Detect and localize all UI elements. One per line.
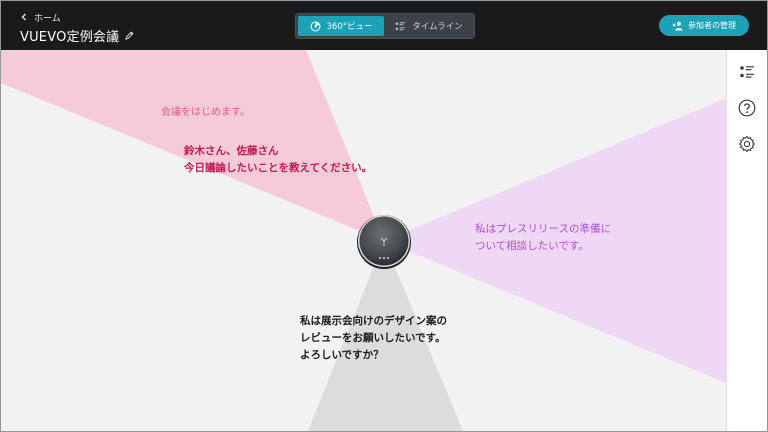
tab-360-view[interactable]: 360°ビュー — [298, 16, 384, 36]
utterance-host: 鈴木さん、佐藤さん 今日議論したいことを教えてください。 — [184, 143, 372, 177]
side-list-button[interactable] — [737, 62, 757, 82]
utterance-faded: 会議をはじめます。 — [161, 104, 250, 121]
utterance-faded-text: 会議をはじめます。 — [161, 107, 250, 118]
utterance-host-line2: 今日議論したいことを教えてください。 — [184, 162, 373, 174]
manage-participants-button[interactable]: 参加者の管理 — [659, 15, 749, 36]
conference-speaker-device[interactable] — [355, 212, 413, 270]
view-toggle: 360°ビュー タイムライン — [295, 13, 475, 39]
back-home-label: ホーム — [34, 13, 61, 24]
side-help-button[interactable] — [737, 98, 757, 118]
back-home-link[interactable]: ホーム — [20, 10, 61, 24]
pencil-icon[interactable] — [124, 30, 135, 41]
tab-timeline-label: タイムライン — [412, 22, 463, 32]
tab-360-view-label: 360°ビュー — [326, 22, 373, 32]
utterance-right: 私はプレスリリースの準備に ついて相談したいです。 — [475, 221, 611, 255]
utterance-right-line1: 私はプレスリリースの準備に — [475, 223, 611, 235]
header-bar: ホーム VUEVO定例会議 360°ビュー タイムライン 参加者の管理 — [1, 1, 767, 50]
utterance-right-line2: ついて相談したいです。 — [475, 240, 589, 252]
gear-icon — [739, 135, 755, 153]
manage-participants-label: 参加者の管理 — [688, 21, 736, 30]
app-window: ホーム VUEVO定例会議 360°ビュー タイムライン 参加者の管理 会議をは… — [0, 0, 768, 432]
title-row: VUEVO定例会議 — [20, 26, 135, 45]
360-view-icon — [310, 21, 320, 31]
utterance-bottom-line2: レビューをお願いしたいです。 — [300, 332, 446, 344]
timeline-list-icon — [395, 21, 406, 30]
chevron-left-icon — [21, 13, 26, 21]
utterance-host-line1: 鈴木さん、佐藤さん — [184, 145, 279, 157]
tab-timeline[interactable]: タイムライン — [386, 16, 472, 36]
side-settings-button[interactable] — [737, 134, 757, 154]
360-view-stage: 会議をはじめます。 鈴木さん、佐藤さん 今日議論したいことを教えてください。 私… — [1, 50, 726, 431]
utterance-bottom: 私は展示会向けのデザイン案の レビューをお願いしたいです。 よろしいですか？ — [300, 313, 447, 364]
utterance-bottom-line3: よろしいですか？ — [300, 349, 384, 361]
add-user-icon — [672, 21, 683, 31]
page-title: VUEVO定例会議 — [20, 29, 120, 45]
utterance-bottom-line1: 私は展示会向けのデザイン案の — [300, 315, 447, 327]
help-icon — [738, 99, 756, 117]
side-panel — [726, 50, 767, 431]
list-icon — [740, 66, 754, 78]
